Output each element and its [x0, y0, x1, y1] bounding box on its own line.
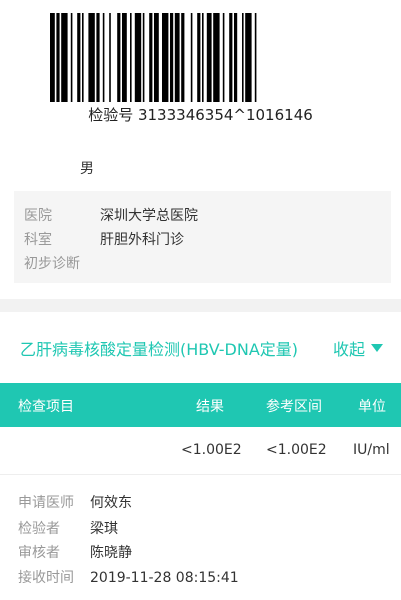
column-header-range: 参考区间 — [266, 399, 322, 415]
meta-label: 接收时间 — [18, 570, 74, 586]
info-row-department: 科室 肝胆外科门诊 — [24, 229, 184, 249]
section-title: 乙肝病毒核酸定量检测(HBV-DNA定量) — [20, 340, 299, 359]
meta-row-tester: 检验者 梁琪 — [18, 518, 118, 538]
meta-row-reviewer: 审核者 陈晓静 — [18, 542, 132, 562]
info-row-diagnosis: 初步诊断 — [24, 253, 100, 273]
meta-label: 检验者 — [18, 521, 60, 537]
column-header-result: 结果 — [196, 399, 224, 415]
test-section-card: 乙肝病毒核酸定量检测(HBV-DNA定量) 收起 检查项目 结果 参考区间 单位… — [0, 312, 401, 600]
column-header-unit: 单位 — [358, 399, 386, 415]
patient-info-box: 医院 深圳大学总医院 科室 肝胆外科门诊 初步诊断 — [14, 191, 391, 283]
info-label: 医院 — [24, 208, 52, 224]
meta-value: 2019-11-28 08:15:41 — [90, 570, 239, 586]
table-row: <1.00E2 <1.00E2 IU/ml — [0, 427, 401, 475]
info-label: 科室 — [24, 232, 52, 248]
collapse-label: 收起 — [332, 340, 365, 359]
collapse-button[interactable]: 收起 — [333, 336, 383, 360]
barcode-image — [50, 13, 257, 102]
meta-row-requester: 申请医师 何效东 — [18, 492, 132, 512]
info-value: 肝胆外科门诊 — [100, 232, 184, 248]
meta-label: 审核者 — [18, 545, 60, 561]
triangle-down-icon — [371, 344, 383, 352]
info-label: 初步诊断 — [24, 256, 80, 272]
column-header-item: 检查项目 — [18, 399, 74, 415]
table-header: 检查项目 结果 参考区间 单位 — [0, 383, 401, 427]
cell-unit: IU/ml — [353, 442, 390, 458]
meta-value: 梁琪 — [90, 521, 118, 537]
meta-row-receive-time: 接收时间 2019-11-28 08:15:41 — [18, 567, 239, 587]
cell-range: <1.00E2 — [266, 442, 327, 458]
cell-result: <1.00E2 — [181, 442, 242, 458]
patient-gender: 男 — [80, 161, 94, 177]
lab-number: 检验号 3133346354^1016146 — [88, 106, 313, 124]
info-row-hospital: 医院 深圳大学总医院 — [24, 205, 198, 225]
meta-value: 陈晓静 — [90, 545, 132, 561]
meta-label: 申请医师 — [18, 495, 74, 511]
meta-value: 何效东 — [90, 495, 132, 511]
report-header-card: 检验号 3133346354^1016146 男 医院 深圳大学总医院 科室 肝胆外… — [0, 0, 401, 299]
info-value: 深圳大学总医院 — [100, 208, 198, 224]
